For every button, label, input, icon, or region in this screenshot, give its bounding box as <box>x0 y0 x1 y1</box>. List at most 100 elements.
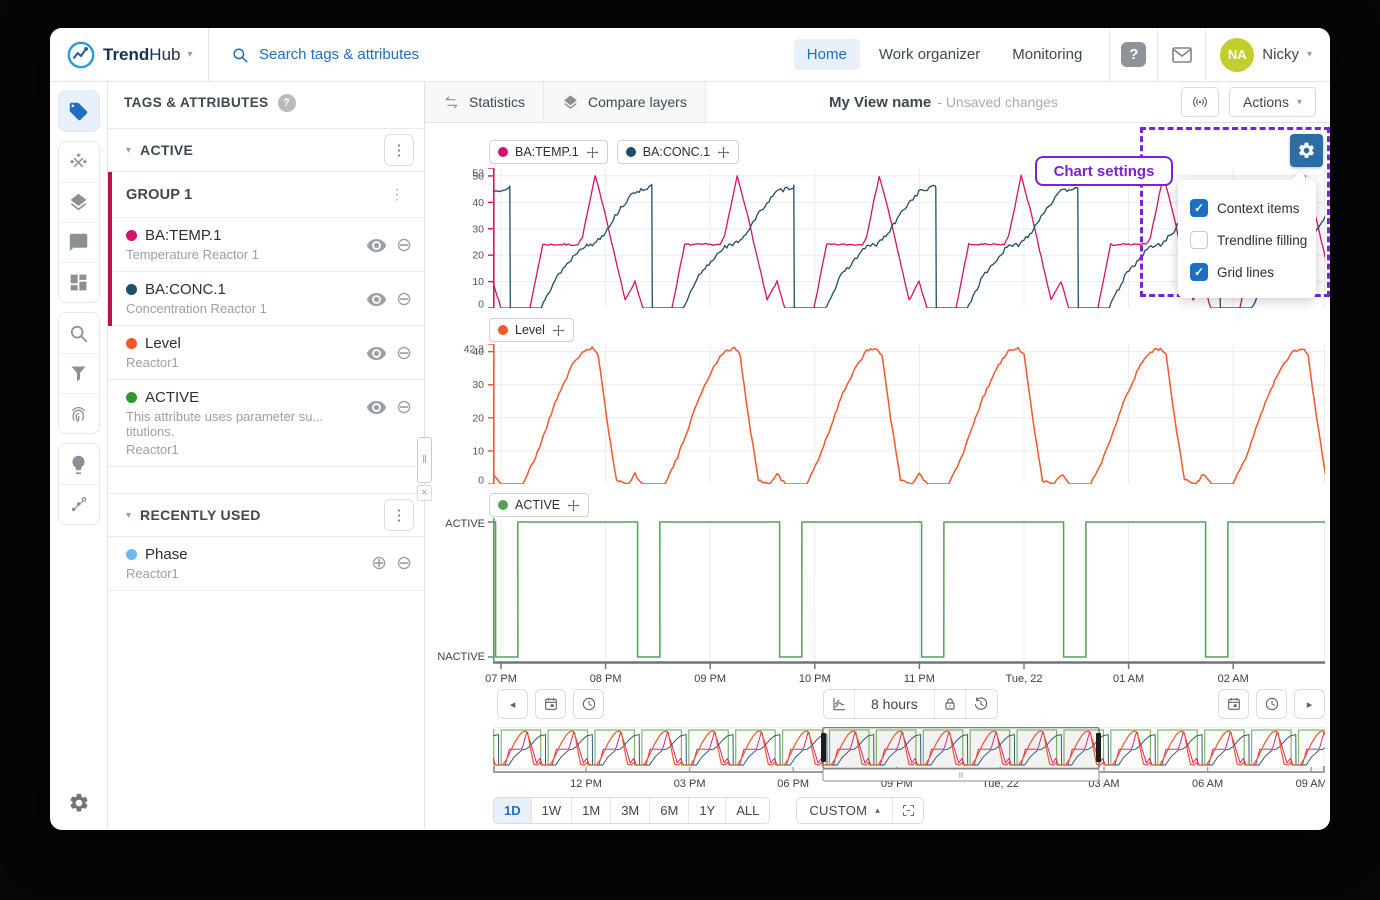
chevron-down-icon[interactable]: ▾ <box>126 510 131 521</box>
chart-active-state[interactable]: ACTIVEINACTIVE <box>437 518 1325 661</box>
preset-1m[interactable]: 1M <box>572 798 611 823</box>
pan-left-button[interactable]: ◂ <box>497 689 528 719</box>
resize-grip[interactable]: ‖ <box>417 437 432 483</box>
nav-work-organizer[interactable]: Work organizer <box>866 39 993 70</box>
group-1-header[interactable]: GROUP 1 ⋮ <box>112 172 424 218</box>
statistics-button[interactable]: Statistics <box>425 82 544 122</box>
actions-button[interactable]: Actions ▾ <box>1229 87 1316 117</box>
eye-icon[interactable] <box>366 289 387 310</box>
start-date-button[interactable] <box>535 689 566 719</box>
rail-comments-button[interactable] <box>59 222 99 262</box>
compare-layers-button[interactable]: Compare layers <box>544 82 706 122</box>
rail-layers-button[interactable] <box>59 182 99 222</box>
brand-name: TrendHub <box>103 45 180 65</box>
series-chip-ba-temp-1[interactable]: BA:TEMP.1 <box>489 140 608 164</box>
trend-mode-button[interactable] <box>824 690 855 718</box>
context-overview-band[interactable]: 12 PM03 PM06 PM09 PMTue, 2203 AM06 AM09 … <box>493 727 1325 791</box>
move-icon[interactable] <box>567 499 580 512</box>
mail-icon[interactable] <box>1170 43 1194 67</box>
tag-name: BA:CONC.1 <box>145 281 226 298</box>
start-time-button[interactable] <box>573 689 604 719</box>
remove-tag-icon[interactable]: ⊖ <box>396 344 412 363</box>
preset-1w[interactable]: 1W <box>532 798 573 823</box>
series-chip-active[interactable]: ACTIVE <box>489 493 589 517</box>
panel-help-icon[interactable]: ? <box>278 94 296 112</box>
option-grid-lines[interactable]: ✓ Grid lines <box>1190 256 1304 288</box>
section-recently-used[interactable]: ▾ RECENTLY USED ⋮ <box>108 493 424 537</box>
preset-3m[interactable]: 3M <box>611 798 650 823</box>
rail-filter-button[interactable] <box>59 353 99 393</box>
broadcast-button[interactable] <box>1181 87 1219 117</box>
series-chip-ba-conc-1[interactable]: BA:CONC.1 <box>617 140 739 164</box>
user-menu[interactable]: NA Nicky ▾ <box>1205 28 1330 82</box>
chart-level[interactable]: 42.3403020100 <box>437 344 1325 484</box>
rail-fingerprint-button[interactable] <box>59 393 99 433</box>
move-icon[interactable] <box>717 146 730 159</box>
rail-recommendations-button[interactable] <box>59 444 99 484</box>
rail-search-button[interactable] <box>59 313 99 353</box>
add-tag-icon[interactable]: ⊕ <box>371 554 387 573</box>
group-1-menu-button[interactable]: ⋮ <box>384 186 410 203</box>
rail-influences-button[interactable] <box>59 142 99 182</box>
eye-icon[interactable] <box>366 343 387 364</box>
move-icon[interactable] <box>552 324 565 337</box>
duration-button[interactable]: 8 hours <box>855 690 935 718</box>
settings-button[interactable] <box>68 792 90 819</box>
rail-scatter-button[interactable] <box>59 484 99 524</box>
custom-range-button[interactable]: CUSTOM ▴ <box>797 798 893 823</box>
tag-row-ba-conc-1[interactable]: BA:CONC.1 Concentration Reactor 1 ⊖ <box>112 272 424 326</box>
section-active[interactable]: ▾ ACTIVE ⋮ <box>108 128 424 172</box>
eye-icon[interactable] <box>366 235 387 256</box>
history-button[interactable] <box>966 690 997 718</box>
svg-text:10: 10 <box>472 276 484 288</box>
end-date-button[interactable] <box>1218 689 1249 719</box>
preset-1d[interactable]: 1D <box>494 798 532 823</box>
brand-chevron-down-icon[interactable]: ▾ <box>187 49 192 60</box>
eye-icon[interactable] <box>366 397 387 418</box>
preset-6m[interactable]: 6M <box>650 798 689 823</box>
brand[interactable]: TrendHub ▾ <box>50 28 208 81</box>
svg-text:40: 40 <box>472 197 484 209</box>
tag-color-dot <box>126 230 137 241</box>
chart-settings-button[interactable] <box>1290 134 1323 167</box>
move-icon[interactable] <box>586 146 599 159</box>
user-chevron-down-icon: ▾ <box>1307 49 1312 60</box>
svg-text:0: 0 <box>478 299 484 309</box>
option-context-items[interactable]: ✓ Context items <box>1190 192 1304 224</box>
preset-1y[interactable]: 1Y <box>689 798 726 823</box>
remove-tag-icon[interactable]: ⊖ <box>396 554 412 573</box>
checkbox-unchecked-icon[interactable]: ✓ <box>1190 231 1208 249</box>
remove-tag-icon[interactable]: ⊖ <box>396 398 412 417</box>
section-active-menu-button[interactable]: ⋮ <box>384 134 414 166</box>
tag-row-level[interactable]: Level Reactor1 ⊖ <box>108 326 424 380</box>
end-time-button[interactable] <box>1256 689 1287 719</box>
search-input[interactable]: Search tags & attributes <box>208 28 794 81</box>
group-1-label: GROUP 1 <box>126 187 384 203</box>
lock-duration-button[interactable] <box>935 690 966 718</box>
pan-right-button[interactable]: ▸ <box>1294 689 1325 719</box>
option-trendline-filling[interactable]: ✓ Trendline filling <box>1190 224 1304 256</box>
layers-icon <box>562 94 579 111</box>
focus-range-button[interactable] <box>893 798 923 823</box>
nav-home[interactable]: Home <box>794 39 860 70</box>
zoom-presets: 1D 1W 1M 3M 6M 1Y ALL CUSTOM ▴ <box>493 797 1330 824</box>
collapse-panel-icon[interactable]: × <box>417 485 432 501</box>
series-chip-level[interactable]: Level <box>489 318 574 342</box>
section-recent-menu-button[interactable]: ⋮ <box>384 499 414 531</box>
remove-tag-icon[interactable]: ⊖ <box>396 290 412 309</box>
rail-tags-button[interactable] <box>59 91 99 131</box>
rail-dashboard-button[interactable] <box>59 262 99 302</box>
checkbox-checked-icon[interactable]: ✓ <box>1190 199 1208 217</box>
tag-name: Level <box>145 335 181 352</box>
checkbox-checked-icon[interactable]: ✓ <box>1190 263 1208 281</box>
top-nav: Home Work organizer Monitoring <box>794 28 1110 81</box>
chevron-down-icon[interactable]: ▾ <box>126 145 131 156</box>
preset-all[interactable]: ALL <box>726 798 769 823</box>
nav-monitoring[interactable]: Monitoring <box>999 39 1095 70</box>
tag-row-active[interactable]: ACTIVE This attribute uses parameter su.… <box>108 380 424 467</box>
tag-row-ba-temp-1[interactable]: BA:TEMP.1 Temperature Reactor 1 ⊖ <box>112 218 424 272</box>
series-color-dot <box>498 500 508 510</box>
remove-tag-icon[interactable]: ⊖ <box>396 236 412 255</box>
help-icon[interactable]: ? <box>1121 42 1146 67</box>
tag-row-phase[interactable]: Phase Reactor1 ⊕ ⊖ <box>108 537 424 591</box>
